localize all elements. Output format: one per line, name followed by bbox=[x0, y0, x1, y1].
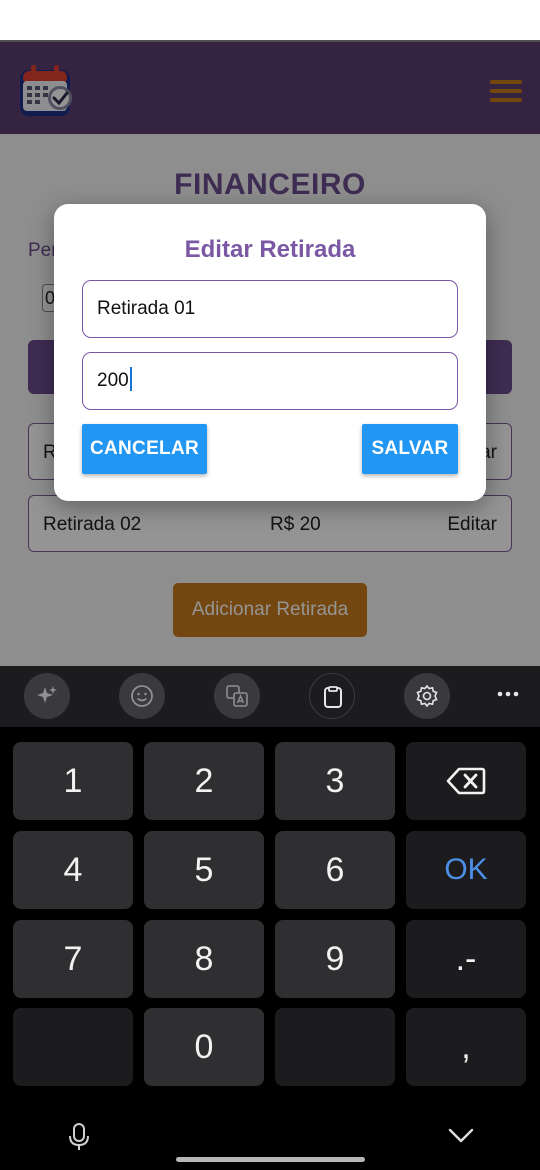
more-icon[interactable] bbox=[494, 680, 522, 708]
comma-key[interactable]: , bbox=[406, 1008, 526, 1086]
microphone-icon[interactable] bbox=[66, 1122, 92, 1152]
translate-icon[interactable] bbox=[214, 673, 260, 719]
backspace-icon bbox=[446, 767, 486, 795]
ok-key[interactable]: OK bbox=[406, 831, 526, 909]
key-5[interactable]: 5 bbox=[144, 831, 264, 909]
chevron-down-icon[interactable] bbox=[447, 1124, 475, 1146]
settings-icon[interactable] bbox=[404, 673, 450, 719]
key-2[interactable]: 2 bbox=[144, 742, 264, 820]
withdrawal-name-value: Retirada 01 bbox=[97, 298, 196, 319]
empty-key bbox=[13, 1008, 133, 1086]
keyboard-toolbar bbox=[0, 666, 540, 727]
key-0[interactable]: 0 bbox=[144, 1008, 264, 1086]
home-indicator[interactable] bbox=[176, 1157, 365, 1162]
numeric-keyboard: 1 2 3 4 5 6 OK 7 8 9 .- 0 , bbox=[0, 727, 540, 1170]
sparkle-icon[interactable] bbox=[24, 673, 70, 719]
backspace-key[interactable] bbox=[406, 742, 526, 820]
dot-dash-key[interactable]: .- bbox=[406, 920, 526, 998]
text-cursor bbox=[129, 366, 132, 391]
empty-key bbox=[275, 1008, 395, 1086]
emoji-icon[interactable] bbox=[119, 673, 165, 719]
key-7[interactable]: 7 bbox=[13, 920, 133, 998]
key-6[interactable]: 6 bbox=[275, 831, 395, 909]
key-3[interactable]: 3 bbox=[275, 742, 395, 820]
clipboard-icon[interactable] bbox=[309, 673, 355, 719]
status-bar bbox=[0, 0, 540, 40]
key-8[interactable]: 8 bbox=[144, 920, 264, 998]
key-4[interactable]: 4 bbox=[13, 831, 133, 909]
save-button[interactable]: SALVAR bbox=[362, 424, 458, 474]
key-1[interactable]: 1 bbox=[13, 742, 133, 820]
withdrawal-amount-field[interactable]: 200 bbox=[82, 352, 458, 410]
key-9[interactable]: 9 bbox=[275, 920, 395, 998]
withdrawal-name-field[interactable]: Retirada 01 bbox=[82, 280, 458, 338]
cancel-button[interactable]: CANCELAR bbox=[82, 424, 207, 474]
dialog-title: Editar Retirada bbox=[184, 236, 356, 263]
edit-withdrawal-dialog: Editar Retirada Retirada 01 200 CANCELAR… bbox=[54, 204, 486, 501]
withdrawal-amount-value: 200 bbox=[97, 370, 129, 391]
